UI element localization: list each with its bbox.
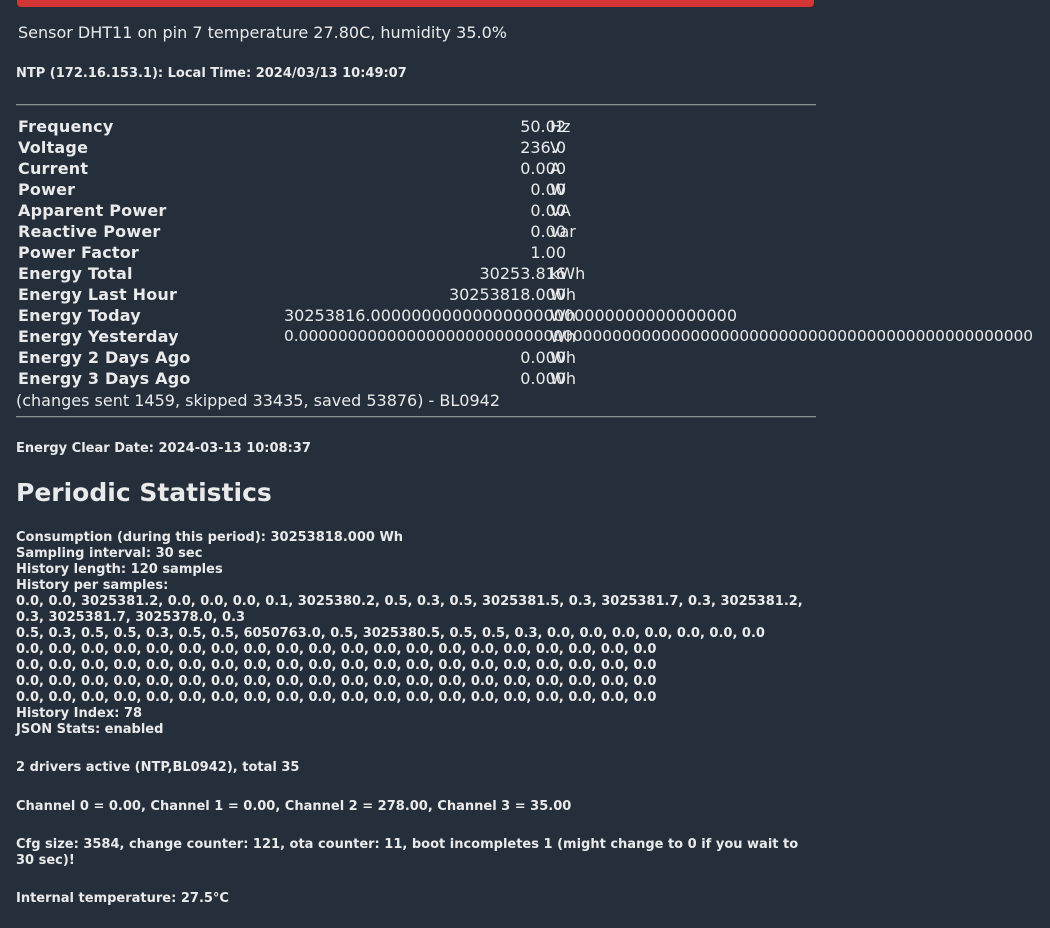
measurement-row-apparent-power: Apparent Power 0.00 VA (18, 200, 1050, 221)
energy-clear-date: Energy Clear Date: 2024-03-13 10:08:37 (16, 441, 311, 456)
measurement-unit: Wh (550, 369, 576, 388)
status-bar (17, 0, 814, 7)
stats-line-history-samples: 0.0, 0.0, 0.0, 0.0, 0.0, 0.0, 0.0, 0.0, … (16, 642, 657, 657)
stats-line-json-stats: JSON Stats: enabled (16, 722, 164, 737)
internal-temperature: Internal temperature: 27.5°C (16, 891, 229, 906)
measurement-unit: Wh (550, 348, 576, 367)
stats-line-sampling-interval: Sampling interval: 30 sec (16, 546, 203, 561)
measurement-unit: VA (550, 201, 571, 220)
stats-line-consumption: Consumption (during this period): 302538… (16, 530, 404, 545)
stats-line-history-samples: 0.0, 0.0, 0.0, 0.0, 0.0, 0.0, 0.0, 0.0, … (16, 658, 657, 673)
measurement-label: Energy Yesterday (18, 327, 179, 346)
cfg-info: Cfg size: 3584, change counter: 121, ota… (16, 837, 799, 868)
sensor-reading: Sensor DHT11 on pin 7 temperature 27.80C… (18, 23, 507, 42)
measurement-row-frequency: Frequency 50.02 Hz (18, 116, 1050, 137)
measurement-value: 0.00000000000000000000000000000000000000… (284, 327, 1034, 345)
measurement-unit: A (550, 159, 561, 178)
channels-status: Channel 0 = 0.00, Channel 1 = 0.00, Chan… (16, 799, 572, 814)
measurement-table: Frequency 50.02 Hz Voltage 236.0 V Curre… (18, 116, 1050, 389)
measurement-unit: kWh (550, 264, 586, 283)
changes-summary: (changes sent 1459, skipped 33435, saved… (16, 391, 501, 410)
measurement-unit: V (550, 138, 561, 157)
measurement-row-energy-total: Energy Total 30253.816 kWh (18, 263, 1050, 284)
periodic-statistics: Consumption (during this period): 302538… (16, 530, 803, 738)
stats-line-history-samples: 0.3, 3025381.7, 3025378.0, 0.3 (16, 610, 246, 625)
measurement-label: Frequency (18, 117, 114, 136)
ntp-local-time: NTP (172.16.153.1): Local Time: 2024/03/… (16, 66, 407, 81)
measurement-label: Voltage (18, 138, 89, 157)
drivers-status: 2 drivers active (NTP,BL0942), total 35 (16, 760, 300, 775)
measurement-row-energy-3-days-ago: Energy 3 Days Ago 0.000 Wh (18, 368, 1050, 389)
measurement-row-energy-yesterday: Energy Yesterday 0.000000000000000000000… (18, 326, 1050, 347)
stats-line-history-samples: 0.0, 0.0, 0.0, 0.0, 0.0, 0.0, 0.0, 0.0, … (16, 674, 657, 689)
measurement-row-energy-2-days-ago: Energy 2 Days Ago 0.000 Wh (18, 347, 1050, 368)
measurement-row-voltage: Voltage 236.0 V (18, 137, 1050, 158)
measurement-label: Energy 3 Days Ago (18, 369, 191, 388)
stats-line-history-header: History per samples: (16, 578, 169, 593)
stats-line-history-index: History Index: 78 (16, 706, 143, 721)
stats-line-history-samples: 0.0, 0.0, 0.0, 0.0, 0.0, 0.0, 0.0, 0.0, … (16, 690, 657, 705)
measurement-label: Current (18, 159, 89, 178)
measurement-label: Power (18, 180, 76, 199)
measurement-unit: var (550, 222, 576, 241)
measurement-label: Energy Total (18, 264, 133, 283)
measurement-row-energy-today: Energy Today 30253816.000000000000000000… (18, 305, 1050, 326)
measurement-unit: W (550, 180, 566, 199)
measurement-label: Power Factor (18, 243, 140, 262)
measurement-unit: Wh (550, 306, 576, 325)
measurement-row-reactive-power: Reactive Power 0.00 var (18, 221, 1050, 242)
measurement-row-power-factor: Power Factor 1.00 (18, 242, 1050, 263)
measurement-unit: Hz (550, 117, 571, 136)
measurement-label: Energy Last Hour (18, 285, 178, 304)
stats-line-history-samples: 0.5, 0.3, 0.5, 0.5, 0.3, 0.5, 0.5, 60507… (16, 626, 765, 641)
stats-line-history-length: History length: 120 samples (16, 562, 223, 577)
stats-line-history-samples: 0.0, 0.0, 3025381.2, 0.0, 0.0, 0.0, 0.1,… (16, 594, 803, 609)
measurement-label: Reactive Power (18, 222, 161, 241)
measurement-value: 30253816.0000000000000000000000000000000… (284, 306, 737, 325)
measurement-label: Energy Today (18, 306, 141, 325)
measurement-unit: Wh (550, 285, 576, 304)
measurement-value: 1.00 (530, 243, 566, 262)
periodic-statistics-title: Periodic Statistics (16, 478, 272, 507)
measurement-row-energy-last-hour: Energy Last Hour 30253818.000 Wh (18, 284, 1050, 305)
measurement-label: Apparent Power (18, 201, 167, 220)
divider-top (16, 104, 816, 106)
measurement-row-power: Power 0.00 W (18, 179, 1050, 200)
measurement-label: Energy 2 Days Ago (18, 348, 191, 367)
measurement-row-current: Current 0.000 A (18, 158, 1050, 179)
divider-bottom (16, 416, 816, 418)
measurement-unit: Wh (550, 327, 576, 346)
measurement-value: 30253818.000 (448, 285, 566, 304)
